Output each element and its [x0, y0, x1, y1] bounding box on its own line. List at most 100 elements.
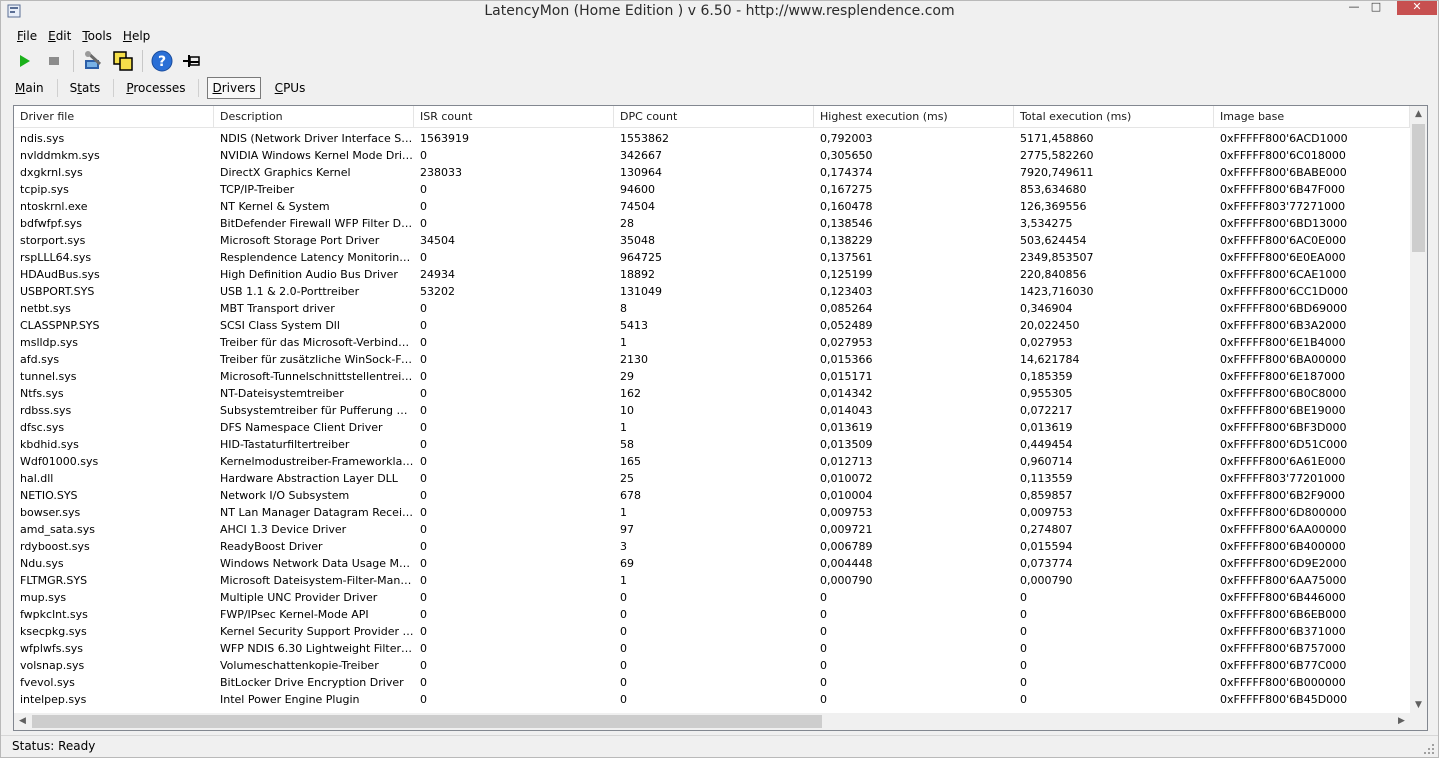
cell-isr-count: 0	[420, 183, 427, 196]
cell-highest-execution: 0,000790	[820, 574, 873, 587]
scroll-left-button[interactable]: ◀	[14, 713, 31, 730]
cell-total-execution: 0,009753	[1020, 506, 1073, 519]
table-row[interactable]: FLTMGR.SYS Microsoft Dateisystem-Filter-M…	[14, 572, 1410, 589]
drivers-list[interactable]: Driver file Description ISR count DPC co…	[13, 105, 1428, 731]
table-row[interactable]: dxgkrnl.sys DirectX Graphics Kernel 238033…	[14, 164, 1410, 181]
cell-highest-execution: 0	[820, 608, 827, 621]
table-row[interactable]: NETIO.SYS Network I/O Subsystem 0 678 0,0100…	[14, 487, 1410, 504]
column-header-driver-file[interactable]: Driver file	[14, 106, 214, 128]
table-row[interactable]: ndis.sys NDIS (Network Driver Interface S…	[14, 130, 1410, 147]
table-row[interactable]: rspLLL64.sys Resplendence Latency Monitor…	[14, 249, 1410, 266]
table-row[interactable]: rdyboost.sys ReadyBoost Driver 0 3 0,006789 0…	[14, 538, 1410, 555]
cell-driver-file: HDAudBus.sys	[20, 268, 100, 281]
table-row[interactable]: tunnel.sys Microsoft-Tunnelschnittstellen…	[14, 368, 1410, 385]
table-row[interactable]: mup.sys Multiple UNC Provider Driver 0 0 0 0 0…	[14, 589, 1410, 606]
cell-dpc-count: 3	[620, 540, 627, 553]
column-header-highest-execution[interactable]: Highest execution (ms)	[814, 106, 1014, 128]
table-row[interactable]: hal.dll Hardware Abstraction Layer DLL 0 25…	[14, 470, 1410, 487]
cell-driver-file: ntoskrnl.exe	[20, 200, 88, 213]
tab-drivers[interactable]: Drivers	[207, 77, 261, 99]
start-button[interactable]	[11, 48, 37, 74]
menu-help[interactable]: Help	[117, 27, 155, 45]
menu-edit-accel: E	[48, 29, 56, 43]
pin-button[interactable]	[179, 48, 205, 74]
column-header-image-base[interactable]: Image base	[1214, 106, 1410, 128]
table-row[interactable]: HDAudBus.sys High Definition Audio Bus Dr…	[14, 266, 1410, 283]
table-row[interactable]: rdbss.sys Subsystemtreiber für Pufferung …	[14, 402, 1410, 419]
cell-highest-execution: 0,009721	[820, 523, 873, 536]
tab-separator	[56, 79, 58, 97]
options-button[interactable]	[80, 48, 106, 74]
table-row[interactable]: USBPORT.SYS USB 1.1 & 2.0-Porttreiber 5320…	[14, 283, 1410, 300]
resize-grip-icon[interactable]	[1424, 744, 1434, 754]
cell-total-execution: 0	[1020, 676, 1027, 689]
scroll-down-button[interactable]: ▼	[1410, 697, 1427, 714]
cell-total-execution: 220,840856	[1020, 268, 1087, 281]
cell-driver-file: tcpip.sys	[20, 183, 69, 196]
copy-button[interactable]	[110, 48, 136, 74]
table-row[interactable]: fvevol.sys BitLocker Drive Encryption Dri…	[14, 674, 1410, 691]
maximize-button[interactable]: □	[1363, 1, 1389, 15]
table-row[interactable]: fwpkclnt.sys FWP/IPsec Kernel-Mode API 0 0 0…	[14, 606, 1410, 623]
table-row[interactable]: netbt.sys MBT Transport driver 0 8 0,085264 0…	[14, 300, 1410, 317]
cell-description: ReadyBoost Driver	[220, 540, 323, 553]
column-header-isr-count[interactable]: ISR count	[414, 106, 614, 128]
cell-highest-execution: 0,015366	[820, 353, 873, 366]
table-row[interactable]: bdfwfpf.sys BitDefender Firewall WFP Filt…	[14, 215, 1410, 232]
table-row[interactable]: afd.sys Treiber für zusätzliche WinSock-F…	[14, 351, 1410, 368]
tab-main[interactable]: Main	[11, 77, 49, 99]
cell-highest-execution: 0,085264	[820, 302, 873, 315]
cell-dpc-count: 1	[620, 574, 627, 587]
cell-image-base: 0xFFFFF800'6AC0E000	[1220, 234, 1347, 247]
table-row[interactable]: dfsc.sys DFS Namespace Client Driver 0 1 0,0…	[14, 419, 1410, 436]
menu-edit[interactable]: Edit	[42, 27, 76, 45]
cell-image-base: 0xFFFFF800'6A61E000	[1220, 455, 1346, 468]
table-row[interactable]: mslldp.sys Treiber für das Microsoft-Verb…	[14, 334, 1410, 351]
toolbar-separator	[142, 50, 143, 72]
table-row[interactable]: nvlddmkm.sys NVIDIA Windows Kernel Mode D…	[14, 147, 1410, 164]
menu-file[interactable]: File	[11, 27, 42, 45]
cell-description: BitDefender Firewall WFP Filter Driver	[220, 217, 414, 230]
table-row[interactable]: ksecpkg.sys Kernel Security Support Provi…	[14, 623, 1410, 640]
status-text: Status: Ready	[12, 739, 96, 753]
menu-tools[interactable]: Tools	[76, 27, 117, 45]
cell-description: NT-Dateisystemtreiber	[220, 387, 344, 400]
vertical-scrollbar[interactable]: ▲ ▼	[1410, 106, 1427, 714]
table-row[interactable]: CLASSPNP.SYS SCSI Class System Dll 0 5413 0,…	[14, 317, 1410, 334]
table-row[interactable]: wfplwfs.sys WFP NDIS 6.30 Lightweight Fil…	[14, 640, 1410, 657]
table-row[interactable]: volsnap.sys Volumeschattenkopie-Treiber 0 0…	[14, 657, 1410, 674]
cell-description: NT Lan Manager Datagram Receiver...	[220, 506, 414, 519]
table-row[interactable]: storport.sys Microsoft Storage Port Drive…	[14, 232, 1410, 249]
table-row[interactable]: ntoskrnl.exe NT Kernel & System 0 74504 0,16…	[14, 198, 1410, 215]
cell-image-base: 0xFFFFF800'6AA00000	[1220, 523, 1347, 536]
table-row[interactable]: amd_sata.sys AHCI 1.3 Device Driver 0 97 0,0…	[14, 521, 1410, 538]
table-row[interactable]: Wdf01000.sys Kernelmodustreiber-Framework…	[14, 453, 1410, 470]
tab-processes[interactable]: Processes	[122, 77, 190, 99]
tab-stats[interactable]: Stats	[66, 77, 106, 99]
tab-cpus[interactable]: CPUs	[271, 77, 311, 99]
table-row[interactable]: Ndu.sys Windows Network Data Usage Monit.…	[14, 555, 1410, 572]
horizontal-scrollbar[interactable]: ◀ ▶	[14, 713, 1410, 730]
cell-highest-execution: 0,792003	[820, 132, 873, 145]
cell-image-base: 0xFFFFF800'6BA00000	[1220, 353, 1347, 366]
column-header-description[interactable]: Description	[214, 106, 414, 128]
scroll-right-button[interactable]: ▶	[1393, 713, 1410, 730]
table-row[interactable]: tcpip.sys TCP/IP-Treiber 0 94600 0,167275 853…	[14, 181, 1410, 198]
vertical-scroll-thumb[interactable]	[1412, 124, 1425, 252]
horizontal-scroll-thumb[interactable]	[32, 715, 822, 728]
app-window: LatencyMon (Home Edition ) v 6.50 - http…	[0, 0, 1439, 758]
help-button[interactable]: ?	[149, 48, 175, 74]
table-row[interactable]: intelpep.sys Intel Power Engine Plugin 0 0 0…	[14, 691, 1410, 708]
stop-button[interactable]	[41, 48, 67, 74]
table-row[interactable]: bowser.sys NT Lan Manager Datagram Receiv…	[14, 504, 1410, 521]
close-button[interactable]: ✕	[1397, 1, 1437, 15]
table-row[interactable]: Ntfs.sys NT-Dateisystemtreiber 0 162 0,01434…	[14, 385, 1410, 402]
column-header-dpc-count[interactable]: DPC count	[614, 106, 814, 128]
scrollbar-corner	[1410, 713, 1427, 730]
column-header-total-execution[interactable]: Total execution (ms)	[1014, 106, 1214, 128]
cell-highest-execution: 0,167275	[820, 183, 873, 196]
table-row[interactable]: kbdhid.sys HID-Tastaturfiltertreiber 0 58 0,…	[14, 436, 1410, 453]
cell-description: Multiple UNC Provider Driver	[220, 591, 378, 604]
toolbar: ?	[11, 47, 209, 75]
scroll-up-button[interactable]: ▲	[1410, 106, 1427, 123]
